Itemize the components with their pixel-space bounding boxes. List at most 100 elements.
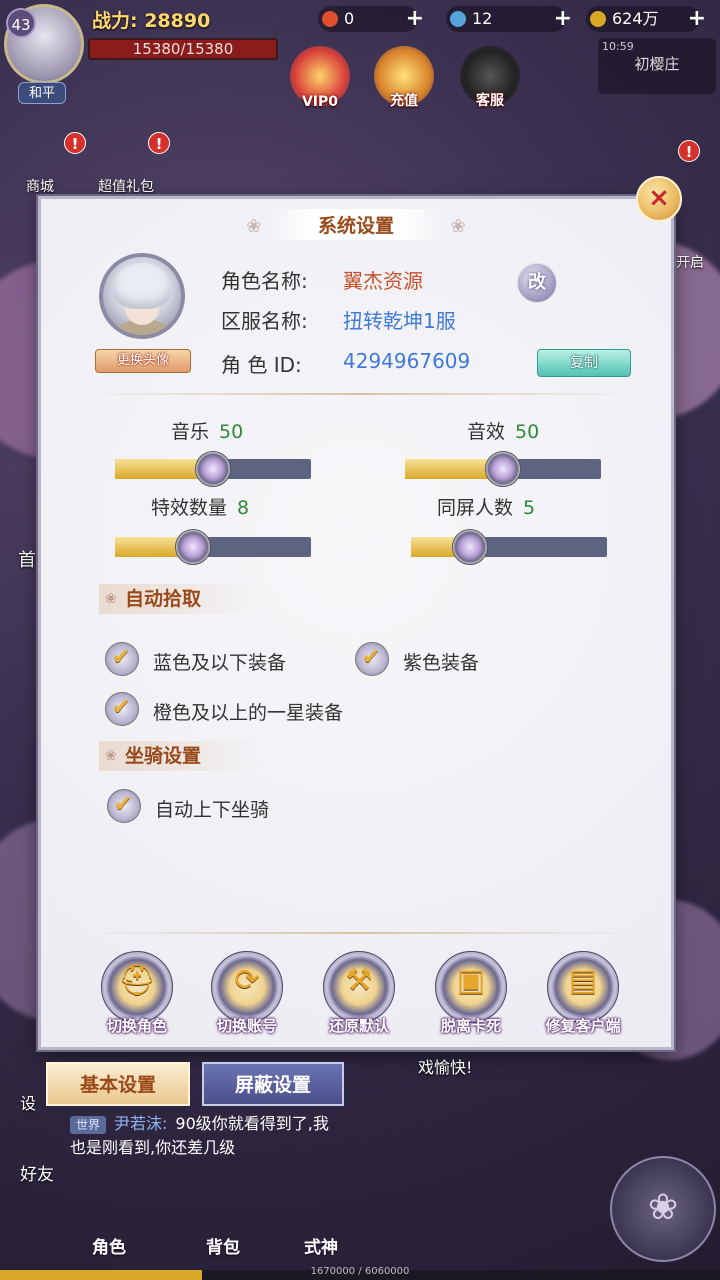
effects-slider[interactable] (115, 529, 311, 565)
combat-power: 战力: 28890 (92, 10, 211, 32)
pickup-blue-label: 蓝色及以下装备 (153, 652, 287, 674)
add-coin-button[interactable]: + (688, 8, 706, 30)
switch-role-label: 切换角色 (106, 1017, 167, 1035)
pickup-purple-label: 紫色装备 (403, 652, 480, 674)
unstuck-button[interactable]: ▣ 脱离卡死 (431, 951, 511, 1047)
switch-account-label: 切换账号 (216, 1017, 277, 1035)
chat-box[interactable]: 世界 尹若沫: 90级你就看得到了,我 也是刚看到,你还差几级 (70, 1112, 630, 1160)
server-label: 区服名称: (221, 309, 308, 333)
chat-line-fragment: 戏愉快! (418, 1058, 473, 1077)
resource-gems: 0 + (318, 6, 424, 32)
recharge-button[interactable]: 充值 (374, 46, 434, 109)
tab-block-settings[interactable]: 屏蔽设置 (202, 1062, 344, 1106)
event-open-label[interactable]: 开启 (676, 252, 704, 272)
coin-count: 624万 (612, 9, 659, 28)
sfx-label: 音效 50 (467, 421, 540, 443)
resource-coins: 624万 + (586, 6, 706, 32)
monitor-wrench-icon: ▤ (568, 963, 598, 998)
music-label: 音乐 50 (171, 421, 244, 443)
restore-default-button[interactable]: ⚒ 还原默认 (319, 951, 399, 1047)
switch-account-button[interactable]: ⟳ 切换账号 (207, 951, 287, 1047)
chat-sender: 尹若沫: (114, 1114, 168, 1133)
crystal-count: 12 (472, 9, 493, 28)
skill-attack-button[interactable]: ❀ (610, 1156, 716, 1262)
server-value: 扭转乾坤1服 (343, 309, 456, 333)
resource-crystals: 12 + (446, 6, 572, 32)
shop-alert-badge: ! (64, 132, 86, 154)
sfx-slider[interactable] (405, 451, 601, 487)
first-charge-button[interactable]: 首 (18, 546, 36, 572)
shop-button[interactable]: 商城 (26, 176, 54, 196)
players-slider[interactable] (411, 529, 607, 565)
xp-text: 1670000 / 6060000 (310, 1266, 410, 1277)
flower-left-icon: ❀ (246, 216, 262, 237)
chat-message: 世界 尹若沫: 90级你就看得到了,我 (70, 1112, 630, 1136)
add-gem-button[interactable]: + (406, 8, 424, 30)
change-avatar-button[interactable]: 更换头像 (95, 349, 191, 373)
check-icon (105, 642, 139, 676)
bag-menu-button[interactable]: 背包 (178, 1178, 268, 1268)
bag-menu-label: 背包 (206, 1238, 240, 1258)
gem-count: 0 (344, 9, 355, 28)
switch-role-button[interactable]: ⛑ 切换角色 (97, 951, 177, 1047)
vip-label: VIP0 (301, 94, 339, 110)
music-slider[interactable] (115, 451, 311, 487)
gift-pack-button[interactable]: 超值礼包 (98, 176, 154, 196)
shikigami-menu-button[interactable]: 式神 (276, 1178, 366, 1268)
role-id-value: 4294967609 (343, 349, 471, 373)
event-alert-badge: ! (678, 140, 700, 162)
profile-avatar[interactable] (99, 253, 185, 339)
role-menu-label: 角色 (92, 1238, 126, 1258)
customer-service-button[interactable]: 客服 (460, 46, 520, 109)
divider (81, 932, 637, 934)
crystal-icon (450, 11, 466, 27)
effects-label: 特效数量 8 (151, 497, 250, 519)
mount-settings-header: 坐骑设置 (99, 741, 262, 771)
gift-alert-badge: ! (148, 132, 170, 154)
pk-mode-button[interactable]: 和平 (18, 82, 66, 104)
gem-icon (322, 11, 338, 27)
tab-basic-settings[interactable]: 基本设置 (46, 1062, 190, 1106)
auto-mount-label: 自动上下坐骑 (155, 799, 270, 821)
service-label: 客服 (476, 93, 504, 109)
chat-text: 90级你就看得到了,我 (175, 1114, 329, 1133)
close-dialog-button[interactable]: × (636, 176, 682, 222)
refresh-icon: ⟳ (234, 963, 260, 998)
settings-shortcut-label[interactable]: 设 (20, 1090, 36, 1114)
chat-text-continued: 也是刚看到,你还差几级 (70, 1138, 236, 1157)
check-icon (355, 642, 389, 676)
role-id-label: 角 色 ID: (221, 353, 302, 377)
clock: 10:59 (602, 40, 634, 53)
flower-right-icon: ❀ (450, 216, 466, 237)
hp-bar: 15380/15380 (88, 38, 278, 60)
rename-button[interactable]: 改 (517, 263, 557, 303)
check-icon (107, 789, 141, 823)
map-name: 初樱庄 (634, 55, 680, 73)
sfx-slider-knob[interactable] (485, 451, 521, 487)
role-menu-button[interactable]: 角色 (64, 1178, 154, 1268)
dialog-title: ❀ 系统设置 ❀ (41, 209, 671, 240)
dialog-title-text: 系统设置 (267, 209, 444, 240)
check-icon (105, 692, 139, 726)
players-slider-knob[interactable] (451, 529, 488, 565)
restore-default-label: 还原默认 (328, 1017, 389, 1035)
copy-id-button[interactable]: 复制 (537, 349, 631, 377)
unstuck-label: 脱离卡死 (440, 1017, 501, 1035)
player-level: 43 (6, 8, 36, 38)
role-name-label: 角色名称: (221, 269, 308, 293)
friend-button[interactable]: 好友 (20, 1160, 54, 1185)
repair-client-button[interactable]: ▤ 修复客户端 (543, 951, 623, 1047)
system-settings-dialog: ❀ 系统设置 ❀ 更换头像 角色名称: 翼杰资源 改 区服名称: 扭转乾坤1服 … (38, 196, 674, 1050)
role-name-value: 翼杰资源 (343, 269, 423, 293)
coin-icon (590, 11, 606, 27)
avatar-hair (113, 263, 171, 309)
music-slider-knob[interactable] (195, 451, 231, 487)
tools-icon: ⚒ (345, 963, 373, 998)
vip-button[interactable]: VIP0 (290, 46, 350, 110)
status-panel: 10:59 初樱庄 (598, 38, 716, 94)
pickup-orange-label: 橙色及以上的一星装备 (153, 702, 344, 724)
players-label: 同屏人数 5 (437, 497, 536, 519)
effects-slider-knob[interactable] (175, 529, 212, 565)
add-crystal-button[interactable]: + (554, 8, 572, 30)
divider (81, 393, 637, 395)
